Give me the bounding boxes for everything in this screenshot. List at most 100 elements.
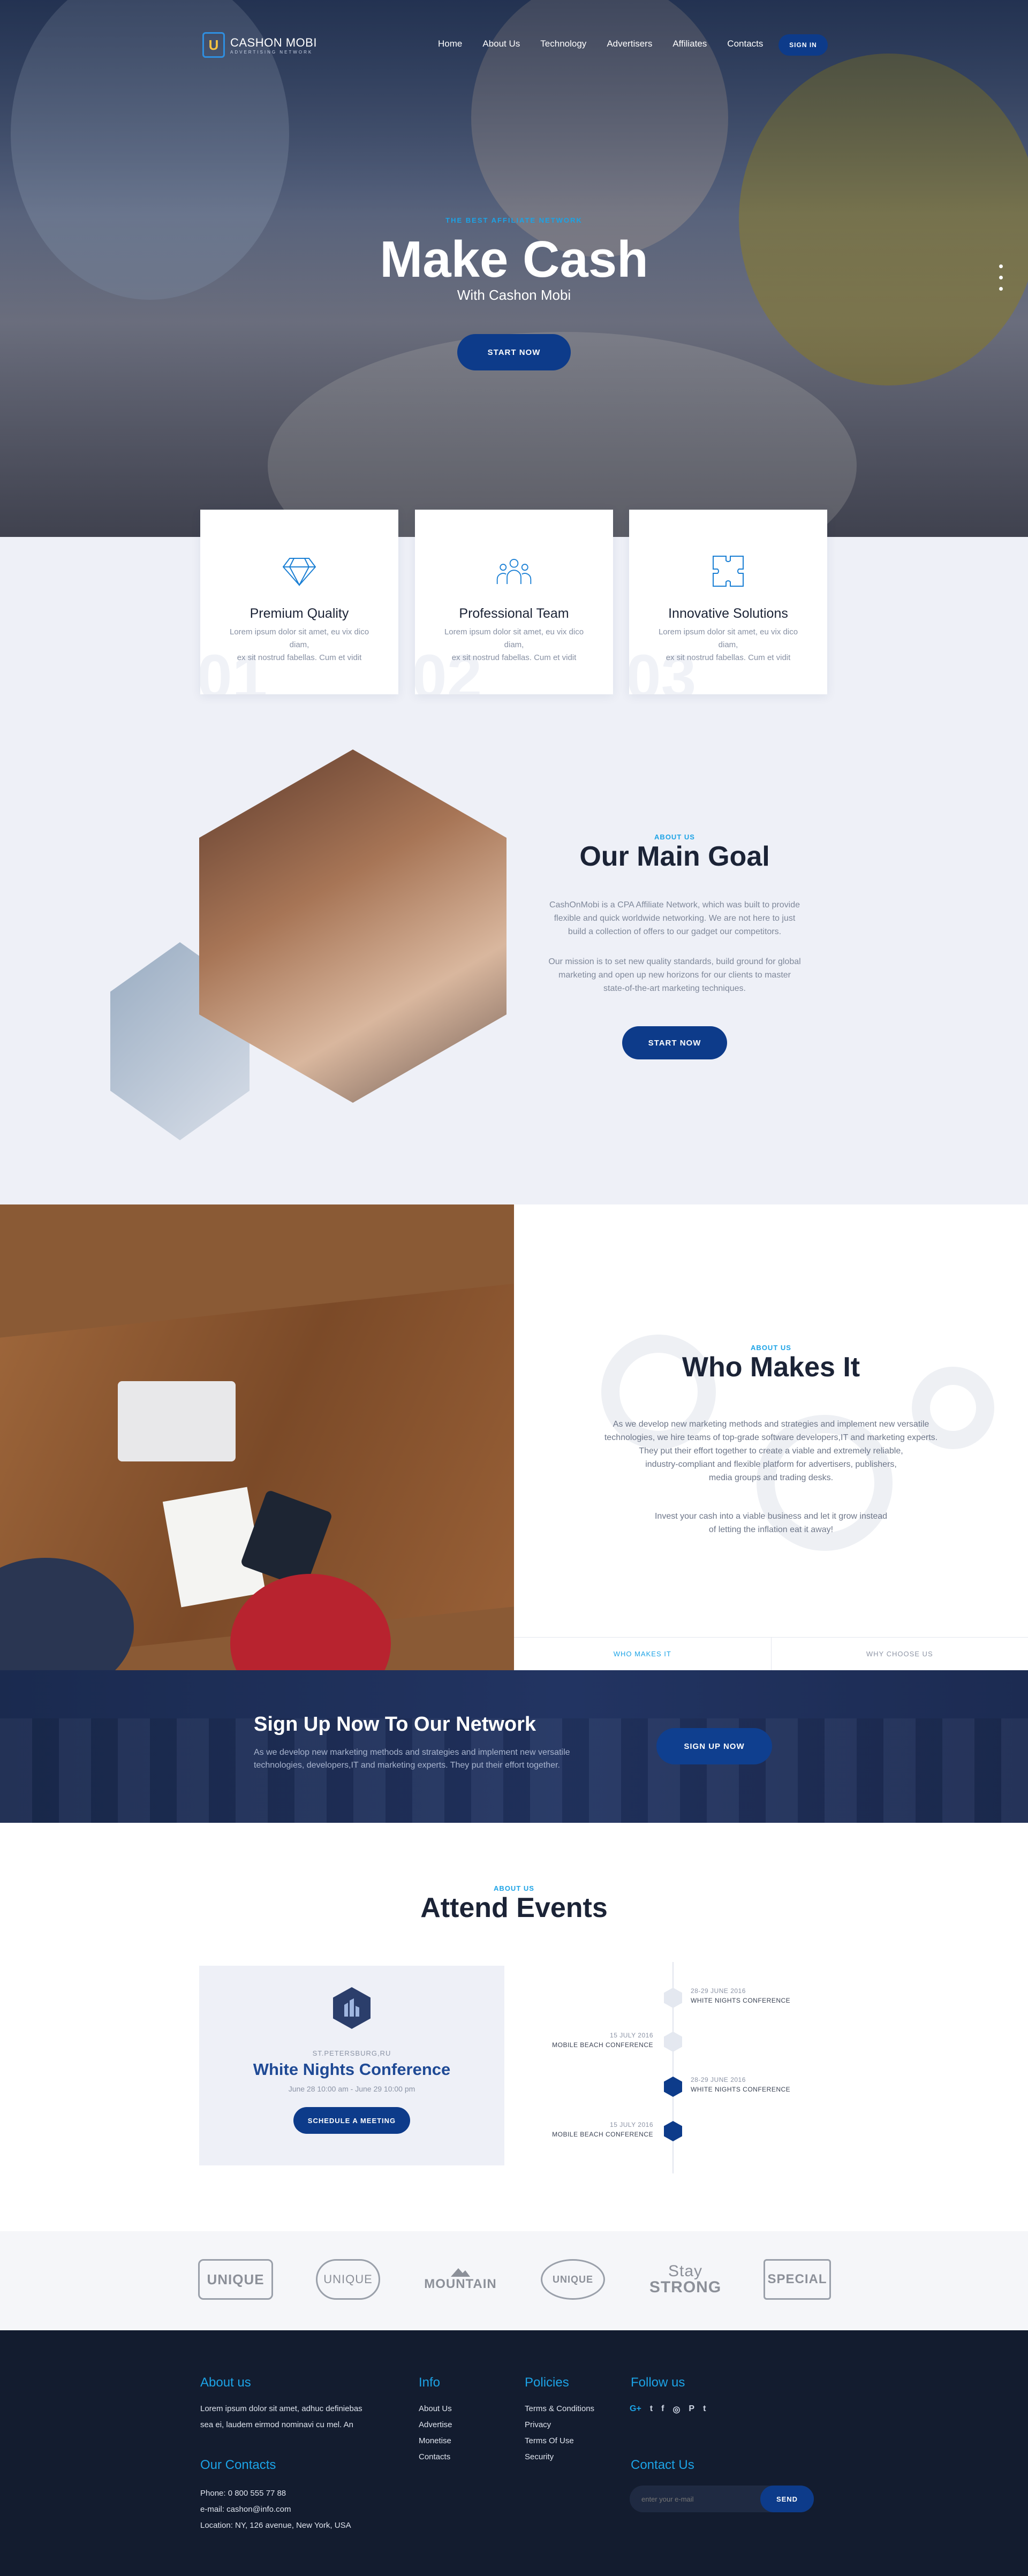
timeline-item[interactable]: 15 JULY 2016 MOBILE BEACH CONFERENCE — [525, 2120, 653, 2139]
events-title: Attend Events — [420, 1892, 608, 1923]
timeline-date: 15 JULY 2016 — [610, 2121, 653, 2128]
nav-advertisers[interactable]: Advertisers — [607, 39, 652, 49]
brand-logo[interactable]: MOUNTAIN — [423, 2259, 498, 2300]
brand-name: STRONG — [649, 2278, 722, 2296]
signup-band: Sign Up Now To Our Network As we develop… — [0, 1670, 1028, 1823]
hero-subtitle: With Cashon Mobi — [457, 287, 571, 303]
who-tabs: WHO MAKES IT WHY CHOOSE US — [514, 1637, 1028, 1670]
schedule-meeting-button[interactable]: SCHEDULE A MEETING — [293, 2107, 410, 2134]
text-line: As we develop new marketing methods and … — [613, 1420, 929, 1429]
timeline-marker[interactable] — [664, 2077, 682, 2097]
footer-policies-title: Policies — [525, 2375, 569, 2390]
timeline-item[interactable]: 28-29 JUNE 2016 WHITE NIGHTS CONFERENCE — [691, 2075, 790, 2094]
footer-link[interactable]: Privacy — [525, 2417, 594, 2433]
featured-event-card: ST.PETERSBURG,RU White Nights Conference… — [199, 1966, 504, 2165]
instagram-icon[interactable]: ◎ — [672, 2404, 680, 2415]
brands-strip — [0, 2231, 1028, 2330]
hero-start-button[interactable]: START NOW — [457, 334, 571, 370]
google-plus-icon[interactable]: G+ — [630, 2404, 641, 2415]
slider-dot[interactable] — [999, 287, 1003, 291]
text-line: state-of-the-art marketing techniques. — [603, 984, 746, 993]
nav-contacts[interactable]: Contacts — [727, 39, 763, 49]
who-paragraph: Invest your cash into a viable business … — [568, 1510, 974, 1536]
tab-why-choose-us[interactable]: WHY CHOOSE US — [772, 1638, 1028, 1670]
facebook-icon[interactable]: f — [661, 2404, 664, 2415]
event-name: White Nights Conference — [253, 2060, 451, 2079]
feature-text-line: ex sit nostrud fabellas. Cum et vidit — [237, 653, 362, 662]
brand-logo[interactable]: SPECIAL — [764, 2259, 831, 2300]
footer-info-links: About Us Advertise Monetise Contacts — [419, 2401, 452, 2465]
footer-policies-links: Terms & Conditions Privacy Terms Of Use … — [525, 2401, 594, 2465]
sign-in-button[interactable]: SIGN IN — [778, 34, 828, 56]
feature-card: 01 Premium Quality Lorem ipsum dolor sit… — [200, 510, 398, 694]
footer-link[interactable]: Advertise — [419, 2417, 452, 2433]
twitter-icon[interactable]: t — [650, 2404, 653, 2415]
main-goal-paragraph: CashOnMobi is a CPA Affiliate Network, w… — [514, 898, 835, 938]
slider-dot[interactable] — [999, 276, 1003, 279]
laptop-shape — [118, 1381, 236, 1461]
nav-home[interactable]: Home — [438, 39, 462, 49]
tumblr-icon[interactable]: t — [703, 2404, 706, 2415]
brand-logo[interactable]: UNIQUE — [198, 2259, 273, 2300]
feature-text: Lorem ipsum dolor sit amet, eu vix dico … — [222, 626, 377, 664]
text-line: Invest your cash into a viable business … — [654, 1512, 888, 1521]
brand-logo[interactable]: UNIQUE — [541, 2259, 605, 2300]
footer-link[interactable]: Terms Of Use — [525, 2433, 594, 2449]
hero-title: Make Cash — [380, 231, 648, 288]
footer-link[interactable]: About Us — [419, 2401, 452, 2417]
main-goal-eyebrow: ABOUT US — [654, 833, 695, 841]
email-input[interactable] — [630, 2495, 760, 2503]
timeline-marker[interactable] — [664, 2121, 682, 2141]
footer-about-text: Lorem ipsum dolor sit amet, adhuc defini… — [200, 2401, 362, 2433]
footer-email[interactable]: e-mail: cashon@info.com — [200, 2502, 351, 2518]
main-goal-start-button[interactable]: START NOW — [622, 1026, 727, 1059]
text-line: CashOnMobi is a CPA Affiliate Network, w… — [549, 900, 800, 910]
slider-dot[interactable] — [999, 264, 1003, 268]
footer-link[interactable]: Monetise — [419, 2433, 452, 2449]
footer: About us Lorem ipsum dolor sit amet, adh… — [0, 2330, 1028, 2576]
logo-tagline: ADVERTISING NETWORK — [230, 49, 313, 55]
main-goal-title: Our Main Goal — [579, 841, 770, 872]
send-button[interactable]: SEND — [760, 2486, 814, 2512]
nav-about-us[interactable]: About Us — [482, 39, 520, 49]
diamond-icon — [281, 552, 318, 590]
timeline-marker[interactable] — [664, 1988, 682, 2008]
footer-link[interactable]: Security — [525, 2449, 594, 2465]
footer-link[interactable]: Contacts — [419, 2449, 452, 2465]
main-nav: Home About Us Technology Advertisers Aff… — [438, 39, 783, 49]
timeline-item[interactable]: 28-29 JUNE 2016 WHITE NIGHTS CONFERENCE — [691, 1986, 790, 2005]
logo[interactable]: U CASHON MOBI ADVERTISING NETWORK — [202, 32, 317, 58]
footer-link[interactable]: Terms & Conditions — [525, 2401, 594, 2417]
building-icon — [333, 1987, 371, 2029]
feature-title: Innovative Solutions — [668, 606, 788, 621]
timeline-item[interactable]: 15 JULY 2016 MOBILE BEACH CONFERENCE — [525, 2031, 653, 2050]
brand-name: UNIQUE — [207, 2271, 264, 2287]
tab-who-makes-it[interactable]: WHO MAKES IT — [514, 1638, 772, 1670]
timeline-marker[interactable] — [664, 2032, 682, 2052]
timeline-date: 28-29 JUNE 2016 — [691, 2076, 746, 2083]
timeline-name: WHITE NIGHTS CONFERENCE — [691, 1997, 791, 2004]
text-line: Lorem ipsum dolor sit amet, adhuc defini… — [200, 2404, 362, 2413]
signup-button[interactable]: SIGN UP NOW — [656, 1728, 772, 1764]
puzzle-icon — [709, 552, 747, 590]
brand-name: MOUNTAIN — [424, 2277, 497, 2291]
feature-text-line: ex sit nostrud fabellas. Cum et vidit — [451, 653, 577, 662]
text-line: They put their effort together to create… — [639, 1446, 903, 1456]
nav-technology[interactable]: Technology — [540, 39, 586, 49]
brand-name: UNIQUE — [323, 2272, 373, 2286]
brand-logo[interactable]: Stay STRONG — [642, 2259, 728, 2300]
text-line: Our mission is to set new quality standa… — [548, 957, 801, 966]
nav-affiliates[interactable]: Affiliates — [672, 39, 707, 49]
text-line: industry-compliant and flexible platform… — [645, 1460, 897, 1469]
footer-contacts-title: Our Contacts — [200, 2458, 276, 2472]
who-title: Who Makes It — [682, 1352, 860, 1383]
brand-logo[interactable]: UNIQUE — [316, 2259, 380, 2300]
who-paragraph: As we develop new marketing methods and … — [568, 1418, 974, 1484]
footer-location: Location: NY, 126 avenue, New York, USA — [200, 2521, 351, 2530]
feature-text-line: Lorem ipsum dolor sit amet, eu vix dico … — [444, 627, 584, 649]
footer-contact-us-title: Contact Us — [631, 2458, 694, 2472]
text-line: media groups and trading desks. — [708, 1473, 834, 1482]
pinterest-icon[interactable]: P — [689, 2404, 694, 2415]
text-line: technologies, we hire teams of top-grade… — [604, 1433, 938, 1442]
footer-phone[interactable]: Phone: 0 800 555 77 88 — [200, 2486, 351, 2502]
